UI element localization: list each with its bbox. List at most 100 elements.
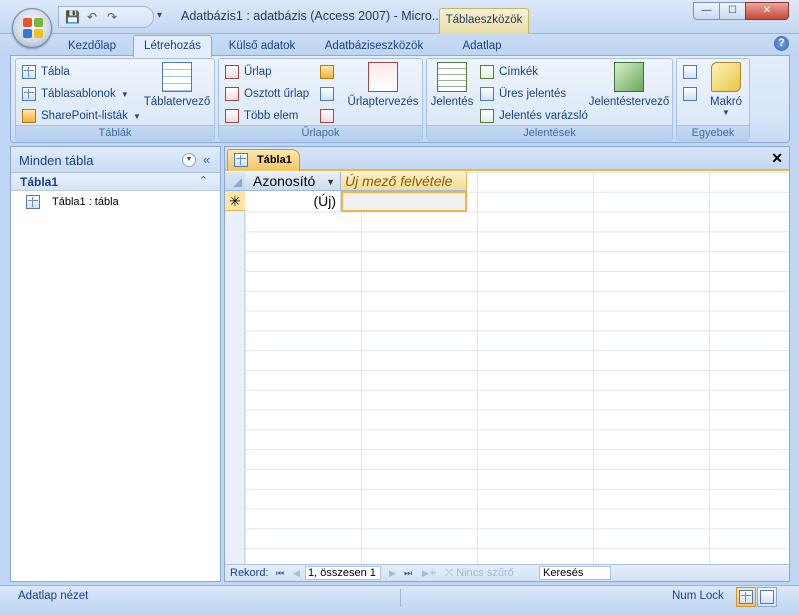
report-wizard-button[interactable]: Jelentés varázsló xyxy=(480,107,588,125)
window-controls: — ☐ ✕ xyxy=(693,2,789,20)
status-view-text: Adatlap nézet xyxy=(18,590,89,602)
close-document-icon[interactable]: ✕ xyxy=(771,150,783,167)
form-design-button[interactable]: Űrlaptervezés xyxy=(347,62,419,108)
chevron-down-icon[interactable]: ▼ xyxy=(326,173,335,191)
context-tab-table-tools: Táblaeszközök xyxy=(439,8,529,34)
search-input[interactable]: Keresés xyxy=(539,566,611,580)
report-design-button[interactable]: Jelentéstervező xyxy=(587,62,671,108)
table-design-button[interactable]: Táblatervező xyxy=(142,62,212,108)
pivot-chart-icon[interactable] xyxy=(320,65,334,79)
report-button[interactable]: Jelentés xyxy=(430,62,474,108)
status-divider xyxy=(400,589,401,607)
ribbon: Tábla Táblasablonok ▼ SharePoint-listák … xyxy=(10,55,790,143)
query-wizard-icon[interactable] xyxy=(683,65,697,79)
collapse-pane-icon[interactable]: « xyxy=(203,152,210,167)
chevron-up-icon[interactable]: ⌃ xyxy=(199,174,208,187)
filter-icon: ⛌ xyxy=(445,567,457,579)
document-tab-label: Tábla1 xyxy=(257,154,292,166)
maximize-button[interactable]: ☐ xyxy=(719,2,746,20)
redo-icon[interactable]: ↷ xyxy=(105,10,119,24)
record-selector-column xyxy=(225,172,245,566)
nav-menu-icon[interactable]: ▼ xyxy=(182,153,196,167)
table-design-icon xyxy=(162,62,192,92)
next-record-icon[interactable]: ▶ xyxy=(389,568,396,579)
cell-id-new[interactable]: (Új) xyxy=(245,191,341,211)
ribbon-tab-row: Kezdőlap Létrehozás Külső adatok Adatbáz… xyxy=(0,34,799,57)
tab-kulso-adatok[interactable]: Külső adatok xyxy=(220,37,304,56)
column-header-id[interactable]: Azonosító ▼ xyxy=(245,172,341,191)
design-view-button[interactable] xyxy=(757,587,777,607)
split-form-button[interactable]: Osztott űrlap xyxy=(225,85,309,103)
group-label-reports: Jelentések xyxy=(427,125,672,140)
tab-adatbaziseszkozok[interactable]: Adatbáziseszközök xyxy=(318,37,430,56)
navigation-pane: Minden tábla ▼ « Tábla1 ⌃ Tábla1 : tábla xyxy=(10,146,221,582)
last-record-icon[interactable]: ⏭ xyxy=(404,568,412,579)
labels-icon xyxy=(480,65,494,79)
group-other: Makró ▼ Egyebek xyxy=(676,58,750,141)
title-bar: 💾 ↶ ↷ ▾ Adatbázis1 : adatbázis (Access 2… xyxy=(0,0,799,34)
close-button[interactable]: ✕ xyxy=(745,2,789,20)
split-form-icon xyxy=(225,87,239,101)
tab-adatlap[interactable]: Adatlap xyxy=(450,37,514,56)
record-label: Rekord: xyxy=(230,567,269,579)
macro-button[interactable]: Makró ▼ xyxy=(705,62,747,117)
select-all-corner[interactable] xyxy=(225,172,245,191)
chevron-down-icon: ▼ xyxy=(722,108,730,117)
cell-add-field[interactable] xyxy=(341,191,467,212)
undo-icon[interactable]: ↶ xyxy=(85,10,99,24)
group-label-other: Egyebek xyxy=(677,125,749,140)
group-forms: Űrlap Osztott űrlap Több elem Űrlapterve… xyxy=(218,58,423,141)
document-tab-tabla1[interactable]: Tábla1 xyxy=(227,149,300,171)
help-icon[interactable]: ? xyxy=(774,36,789,51)
more-forms-icon[interactable] xyxy=(320,109,334,123)
chevron-down-icon: ▼ xyxy=(132,111,141,121)
table-templates-button[interactable]: Táblasablonok ▼ xyxy=(22,85,129,103)
blank-report-button[interactable]: Üres jelentés xyxy=(480,85,566,103)
query-design-icon[interactable] xyxy=(683,87,697,101)
form-icon xyxy=(225,65,239,79)
customize-qat-icon[interactable]: ▾ xyxy=(157,10,162,21)
document-area: Tábla1 ✕ Azonosító ▼ Új mező felvétele ✳… xyxy=(224,146,790,582)
numlock-indicator: Num Lock xyxy=(672,590,724,602)
tab-letrehozas[interactable]: Létrehozás xyxy=(133,35,212,57)
new-record-button-icon[interactable]: ▶✳ xyxy=(422,568,436,579)
nav-header: Minden tábla ▼ « xyxy=(11,147,220,173)
table-templates-icon xyxy=(22,87,36,101)
nav-title[interactable]: Minden tábla xyxy=(19,153,93,168)
sharepoint-icon xyxy=(22,109,36,123)
status-bar: Adatlap nézet Num Lock xyxy=(0,585,799,615)
tab-kezdolap[interactable]: Kezdőlap xyxy=(58,37,126,56)
previous-record-icon[interactable]: ◀ xyxy=(293,568,300,579)
nav-group-tabla1[interactable]: Tábla1 ⌃ xyxy=(11,173,220,191)
report-icon xyxy=(437,62,467,92)
blank-report-icon xyxy=(480,87,494,101)
report-wizard-icon xyxy=(480,109,494,123)
blank-form-icon[interactable] xyxy=(320,87,334,101)
minimize-button[interactable]: — xyxy=(693,2,720,20)
new-record-icon[interactable]: ✳ xyxy=(225,191,245,211)
filter-status[interactable]: ⛌ Nincs szűrő xyxy=(445,566,531,581)
group-reports: Jelentés Címkék Üres jelentés Jelentés v… xyxy=(426,58,673,141)
column-header-add-field[interactable]: Új mező felvétele xyxy=(341,172,467,191)
form-design-icon xyxy=(368,62,398,92)
first-record-icon[interactable]: ⏮ xyxy=(276,568,284,579)
office-button[interactable] xyxy=(12,8,52,48)
sharepoint-lists-button[interactable]: SharePoint-listák ▼ xyxy=(22,107,141,125)
group-tables: Tábla Táblasablonok ▼ SharePoint-listák … xyxy=(15,58,215,141)
office-logo-icon xyxy=(23,18,43,38)
nav-item-tabla1[interactable]: Tábla1 : tábla xyxy=(11,191,220,213)
save-icon[interactable]: 💾 xyxy=(65,10,80,24)
group-label-forms: Űrlapok xyxy=(219,125,422,140)
table-icon xyxy=(26,195,40,209)
datasheet-view-icon xyxy=(739,590,753,604)
group-label-tables: Táblák xyxy=(16,125,214,140)
record-position-input[interactable]: 1, összesen 1 xyxy=(305,566,381,580)
labels-button[interactable]: Címkék xyxy=(480,63,538,81)
design-view-icon xyxy=(760,590,774,604)
form-button[interactable]: Űrlap xyxy=(225,63,271,81)
nav-group-label: Tábla1 xyxy=(20,175,59,189)
table-button[interactable]: Tábla xyxy=(22,63,70,81)
datasheet-view-button[interactable] xyxy=(736,587,756,607)
datasheet-grid[interactable]: Azonosító ▼ Új mező felvétele ✳ (Új) xyxy=(225,172,789,566)
multiple-items-button[interactable]: Több elem xyxy=(225,107,298,125)
